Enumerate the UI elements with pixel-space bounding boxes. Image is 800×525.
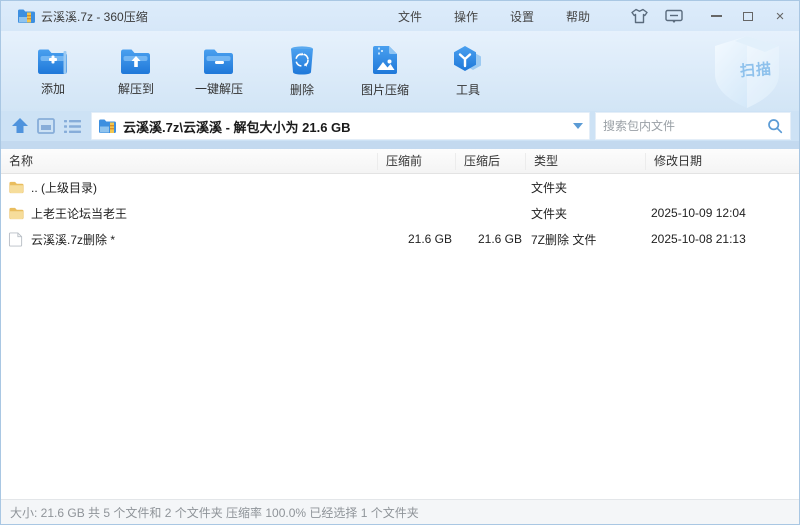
delete-button[interactable]: 删除 <box>264 35 340 107</box>
search-input[interactable] <box>603 119 767 133</box>
table-row[interactable]: .. (上级目录) 文件夹 <box>1 174 799 200</box>
table-row[interactable]: 云溪溪.7z删除 *21.6 GB21.6 GB7Z删除 文件2025-10-0… <box>1 226 799 252</box>
image-compress-button[interactable]: 图片压缩 <box>347 35 423 107</box>
preview-pane-icon <box>37 118 55 134</box>
tools-hexagon-icon <box>451 44 485 76</box>
up-arrow-icon <box>10 117 30 135</box>
window-title: 云溪溪.7z - 360压缩 <box>41 8 148 25</box>
menu-actions[interactable]: 操作 <box>452 4 480 29</box>
modified-date: 2025-10-08 21:13 <box>646 232 799 246</box>
extract-to-button[interactable]: 解压到 <box>98 35 174 107</box>
app-logo-icon <box>17 8 35 24</box>
title-bar: 云溪溪.7z - 360压缩 文件 操作 设置 帮助 <box>1 1 799 31</box>
menu-file[interactable]: 文件 <box>396 4 424 29</box>
close-button[interactable]: × <box>769 5 791 27</box>
feedback-icon[interactable] <box>665 9 683 24</box>
tool-label: 一键解压 <box>195 80 243 97</box>
menu-help[interactable]: 帮助 <box>564 4 592 29</box>
column-header-size-after[interactable]: 压缩后 <box>456 153 526 170</box>
maximize-button[interactable] <box>737 5 759 27</box>
file-type: 7Z删除 文件 <box>526 231 646 248</box>
file-type: 文件夹 <box>526 179 646 196</box>
file-type: 文件夹 <box>526 205 646 222</box>
up-directory-button[interactable] <box>7 114 33 138</box>
scan-badge-label: 扫描 <box>739 58 772 81</box>
folder-icon <box>8 180 24 195</box>
toolbar: 添加 解压到 一键解压 删除 <box>1 31 799 111</box>
list-view-icon <box>63 119 82 134</box>
file-list: .. (上级目录)文件夹上老王论坛当老王文件夹2025-10-09 12:04云… <box>1 174 799 499</box>
titlebar-extra-icons <box>630 8 683 24</box>
tools-button[interactable]: 工具 <box>430 35 506 107</box>
status-text: 大小: 21.6 GB 共 5 个文件和 2 个文件夹 压缩率 100.0% 已… <box>10 504 419 521</box>
folder-icon <box>8 206 24 221</box>
file-name: 上老王论坛当老王 <box>31 205 127 222</box>
column-header-date[interactable]: 修改日期 <box>646 153 800 170</box>
image-compress-icon <box>371 44 399 76</box>
address-path: 云溪溪.7z\云溪溪 - 解包大小为 21.6 GB <box>123 117 567 136</box>
navigation-bar: 云溪溪.7z\云溪溪 - 解包大小为 21.6 GB <box>1 111 799 141</box>
tool-label: 工具 <box>456 81 480 98</box>
menu-bar: 文件 操作 设置 帮助 <box>396 4 592 29</box>
size-after: 21.6 GB <box>456 232 526 246</box>
list-view-button[interactable] <box>59 114 85 138</box>
file-name: 云溪溪.7z删除 * <box>31 231 115 248</box>
column-header-name[interactable]: 名称 <box>1 153 378 170</box>
one-click-extract-button[interactable]: 一键解压 <box>181 35 257 107</box>
address-dropdown-icon[interactable] <box>573 123 583 129</box>
skin-theme-icon[interactable] <box>630 8 649 24</box>
file-name: .. (上级目录) <box>31 179 97 196</box>
app-window: 云溪溪.7z - 360压缩 文件 操作 设置 帮助 <box>0 0 800 525</box>
search-icon[interactable] <box>767 118 783 134</box>
address-bar[interactable]: 云溪溪.7z\云溪溪 - 解包大小为 21.6 GB <box>91 112 590 140</box>
modified-date: 2025-10-09 12:04 <box>646 206 799 220</box>
archive-icon <box>98 118 116 134</box>
tool-label: 解压到 <box>118 80 154 97</box>
folder-oneclick-icon <box>202 45 236 75</box>
size-before: 21.6 GB <box>378 232 456 246</box>
tool-label: 添加 <box>41 80 65 97</box>
minimize-button[interactable] <box>705 5 727 27</box>
tool-label: 删除 <box>290 81 314 98</box>
tool-label: 图片压缩 <box>361 81 409 98</box>
folder-extract-icon <box>119 45 153 75</box>
table-header: 名称 压缩前 压缩后 类型 修改日期 <box>1 149 799 174</box>
table-row[interactable]: 上老王论坛当老王 文件夹2025-10-09 12:04 <box>1 200 799 226</box>
status-bar: 大小: 21.6 GB 共 5 个文件和 2 个文件夹 压缩率 100.0% 已… <box>1 499 799 524</box>
menu-settings[interactable]: 设置 <box>508 4 536 29</box>
column-header-type[interactable]: 类型 <box>526 153 646 170</box>
file-icon <box>8 232 24 247</box>
preview-pane-button[interactable] <box>33 114 59 138</box>
divider-band <box>1 141 799 149</box>
window-controls: × <box>705 5 791 27</box>
add-button[interactable]: 添加 <box>15 35 91 107</box>
folder-add-icon <box>36 45 70 75</box>
trash-recycle-icon <box>287 44 317 76</box>
column-header-size-before[interactable]: 压缩前 <box>378 153 456 170</box>
search-box <box>595 112 791 140</box>
